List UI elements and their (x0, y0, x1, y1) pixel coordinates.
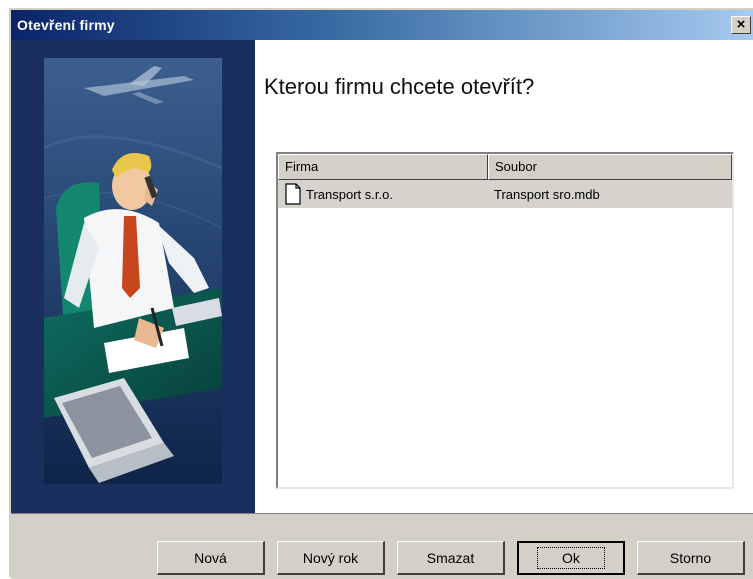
new-year-button[interactable]: Nový rok (277, 541, 385, 575)
list-header: Firma Soubor (278, 154, 732, 180)
ok-button-label: Ok (537, 547, 605, 569)
dialog-content: Kterou firmu chcete otevřít? Firma Soubo… (11, 40, 753, 513)
list-cell-soubor: Transport sro.mdb (494, 186, 600, 202)
ok-button[interactable]: Ok (517, 541, 625, 575)
document-icon (285, 183, 301, 205)
company-name: Transport s.r.o. (306, 186, 393, 202)
close-button[interactable]: × (731, 16, 751, 34)
cancel-button[interactable]: Storno (637, 541, 745, 575)
page-title: Kterou firmu chcete otevřít? (264, 74, 535, 99)
button-bar: Nová Nový rok Smazat Ok Storno (11, 513, 753, 579)
column-header-firma[interactable]: Firma (278, 154, 488, 180)
delete-button[interactable]: Smazat (397, 541, 505, 575)
list-item[interactable]: Transport s.r.o. Transport sro.mdb (278, 180, 732, 208)
title-bar[interactable]: Otevření firmy × (11, 10, 753, 40)
company-list[interactable]: Firma Soubor Transport s.r.o. Transport … (276, 152, 734, 489)
dialog-window: Otevření firmy × Kterou firmu chcete ote… (7, 6, 753, 579)
window-title: Otevření firmy (17, 17, 115, 33)
businessman-illustration (44, 58, 222, 484)
column-header-soubor[interactable]: Soubor (488, 154, 732, 180)
list-cell-firma: Transport s.r.o. (278, 183, 488, 205)
new-button[interactable]: Nová (157, 541, 265, 575)
side-illustration-panel (11, 40, 255, 513)
